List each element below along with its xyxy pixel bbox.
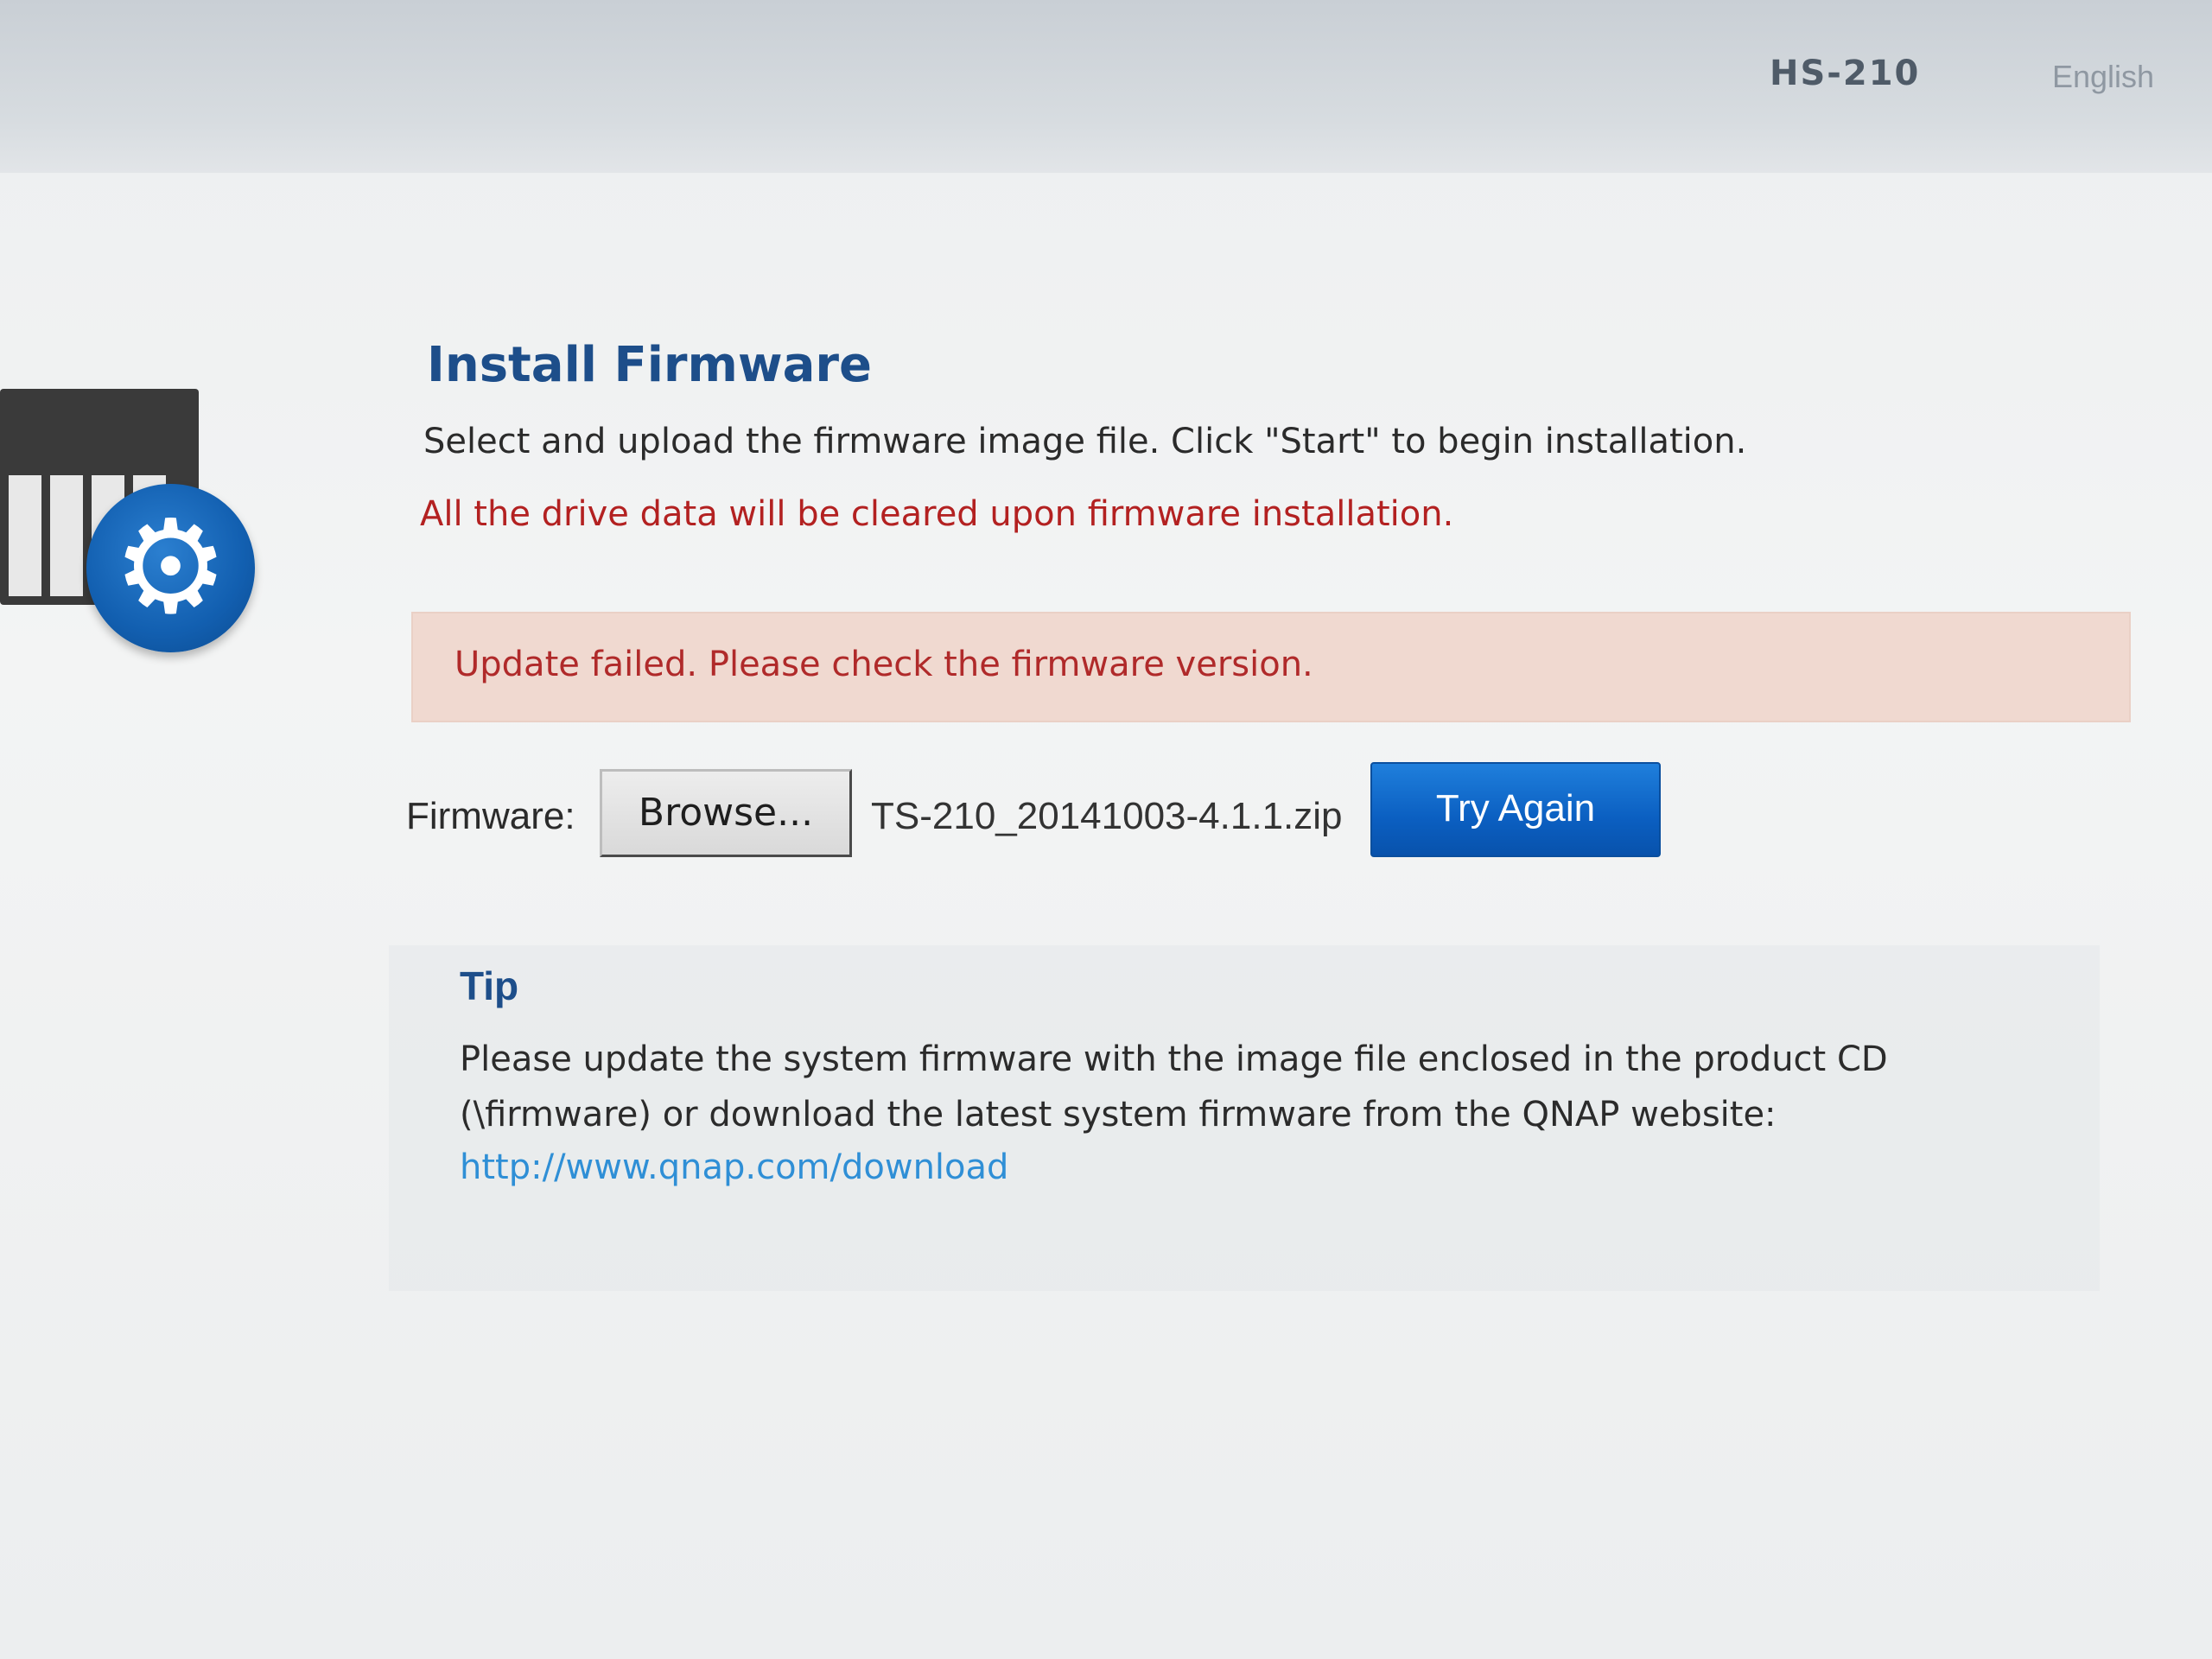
gear-glyph: ⚙ [112, 493, 229, 643]
top-bar: HS-210 English [0, 0, 2212, 173]
instruction-text: Select and upload the firmware image fil… [423, 422, 1747, 461]
tip-text: Please update the system firmware with t… [460, 1039, 1888, 1135]
error-message: Update failed. Please check the firmware… [454, 645, 1313, 684]
firmware-label: Firmware: [406, 795, 575, 837]
nas-bay [9, 475, 41, 596]
browse-button[interactable]: Browse... [600, 769, 852, 857]
firmware-upload-row: Firmware: Browse... TS-210_20141003-4.1.… [406, 762, 1789, 864]
gear-icon: ⚙ [86, 484, 255, 652]
selected-file-name: TS-210_20141003-4.1.1.zip [871, 795, 1343, 837]
error-banner: Update failed. Please check the firmware… [411, 612, 2131, 722]
try-again-button[interactable]: Try Again [1370, 762, 1661, 857]
nas-bay [50, 475, 83, 596]
tip-section: Tip Please update the system firmware wi… [389, 945, 2100, 1291]
page-title: Install Firmware [427, 337, 873, 393]
nas-device-icon: ⚙ [0, 380, 255, 652]
language-selector[interactable]: English [2052, 59, 2154, 95]
model-name: HS-210 [1770, 54, 1921, 93]
tip-title: Tip [460, 963, 519, 1008]
data-loss-warning: All the drive data will be cleared upon … [420, 494, 1454, 534]
qnap-download-link[interactable]: http://www.qnap.com/download [460, 1147, 1008, 1187]
